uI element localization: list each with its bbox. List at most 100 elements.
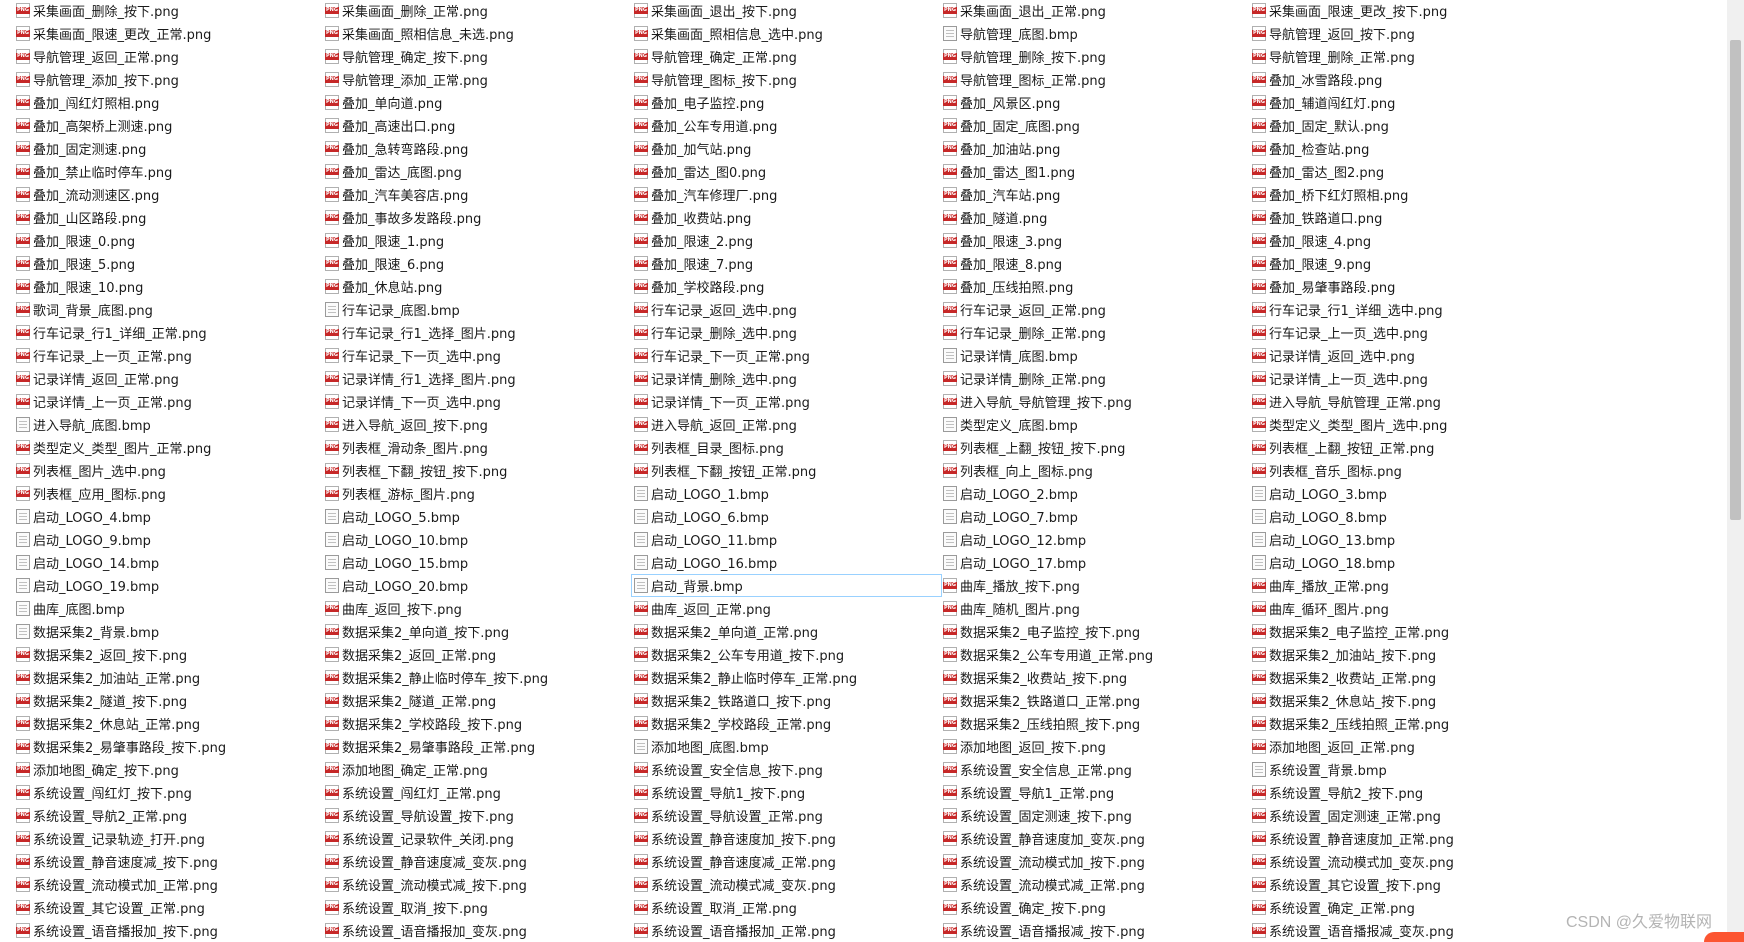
file-item[interactable]: 叠加_高架桥上测速.png (14, 115, 323, 136)
file-item[interactable]: 叠加_辅道闯红灯.png (1250, 92, 1559, 113)
vertical-scrollbar[interactable] (1727, 0, 1744, 942)
file-item[interactable]: 行车记录_行1_选择_图片.png (323, 322, 632, 343)
file-item[interactable]: 叠加_限速_5.png (14, 253, 323, 274)
file-item[interactable]: 叠加_固定_默认.png (1250, 115, 1559, 136)
file-item[interactable]: 启动_LOGO_14.bmp (14, 552, 323, 573)
file-item[interactable]: 系统设置_流动模式减_按下.png (323, 874, 632, 895)
file-item[interactable]: 叠加_限速_9.png (1250, 253, 1559, 274)
file-item[interactable]: 行车记录_行1_详细_选中.png (1250, 299, 1559, 320)
file-item[interactable]: 数据采集2_公车专用道_正常.png (941, 644, 1250, 665)
file-item[interactable]: 进入导航_底图.bmp (14, 414, 323, 435)
file-item[interactable]: 导航管理_图标_正常.png (941, 69, 1250, 90)
file-item[interactable]: 导航管理_删除_正常.png (1250, 46, 1559, 67)
file-item[interactable]: 系统设置_导航1_按下.png (632, 782, 941, 803)
file-item[interactable]: 数据采集2_电子监控_按下.png (941, 621, 1250, 642)
file-item[interactable]: 叠加_铁路道口.png (1250, 207, 1559, 228)
file-item[interactable]: 数据采集2_铁路道口_按下.png (632, 690, 941, 711)
file-item[interactable]: 曲库_播放_正常.png (1250, 575, 1559, 596)
file-item[interactable]: 列表框_上翻_按钮_正常.png (1250, 437, 1559, 458)
file-item[interactable]: 数据采集2_背景.bmp (14, 621, 323, 642)
file-item[interactable]: 类型定义_类型_图片_正常.png (14, 437, 323, 458)
file-item[interactable]: 系统设置_导航设置_按下.png (323, 805, 632, 826)
file-item[interactable]: 叠加_学校路段.png (632, 276, 941, 297)
file-item[interactable]: 列表框_图片_选中.png (14, 460, 323, 481)
file-item[interactable]: 叠加_公车专用道.png (632, 115, 941, 136)
file-item[interactable]: 导航管理_底图.bmp (941, 23, 1250, 44)
file-item[interactable]: 系统设置_静音速度减_变灰.png (323, 851, 632, 872)
file-item[interactable]: 数据采集2_收费站_正常.png (1250, 667, 1559, 688)
file-item[interactable]: 记录详情_下一页_正常.png (632, 391, 941, 412)
file-item[interactable]: 系统设置_固定测速_正常.png (1250, 805, 1559, 826)
file-item[interactable]: 叠加_限速_6.png (323, 253, 632, 274)
file-item[interactable]: 记录详情_返回_选中.png (1250, 345, 1559, 366)
file-item[interactable]: 系统设置_流动模式减_变灰.png (632, 874, 941, 895)
file-item[interactable]: 数据采集2_返回_正常.png (323, 644, 632, 665)
file-item[interactable]: 列表框_滑动条_图片.png (323, 437, 632, 458)
file-item[interactable]: 数据采集2_易肇事路段_正常.png (323, 736, 632, 757)
file-item[interactable]: 启动_LOGO_10.bmp (323, 529, 632, 550)
file-item[interactable]: 曲库_循环_图片.png (1250, 598, 1559, 619)
file-item[interactable]: 系统设置_安全信息_正常.png (941, 759, 1250, 780)
file-item[interactable]: 系统设置_语音播报减_变灰.png (1250, 920, 1559, 941)
file-item[interactable]: 启动_LOGO_19.bmp (14, 575, 323, 596)
file-item[interactable]: 数据采集2_单向道_按下.png (323, 621, 632, 642)
file-item[interactable]: 叠加_高速出口.png (323, 115, 632, 136)
file-item[interactable]: 数据采集2_隧道_正常.png (323, 690, 632, 711)
file-item[interactable]: 启动_LOGO_17.bmp (941, 552, 1250, 573)
file-item[interactable]: 添加地图_返回_正常.png (1250, 736, 1559, 757)
file-item[interactable]: 导航管理_返回_按下.png (1250, 23, 1559, 44)
file-item[interactable]: 启动_LOGO_9.bmp (14, 529, 323, 550)
file-item[interactable]: 记录详情_返回_正常.png (14, 368, 323, 389)
file-item[interactable]: 系统设置_取消_按下.png (323, 897, 632, 918)
file-item[interactable]: 叠加_桥下红灯照相.png (1250, 184, 1559, 205)
file-item[interactable]: 数据采集2_公车专用道_按下.png (632, 644, 941, 665)
file-item[interactable]: 叠加_汽车站.png (941, 184, 1250, 205)
file-item[interactable]: 行车记录_删除_正常.png (941, 322, 1250, 343)
file-item[interactable]: 系统设置_静音速度减_正常.png (632, 851, 941, 872)
file-item[interactable]: 系统设置_其它设置_正常.png (14, 897, 323, 918)
file-item[interactable]: 数据采集2_收费站_按下.png (941, 667, 1250, 688)
file-item[interactable]: 系统设置_语音播报减_按下.png (941, 920, 1250, 941)
file-item[interactable]: 列表框_向上_图标.png (941, 460, 1250, 481)
file-item[interactable]: 数据采集2_加油站_正常.png (14, 667, 323, 688)
file-item[interactable]: 数据采集2_隧道_按下.png (14, 690, 323, 711)
file-item[interactable]: 数据采集2_压线拍照_正常.png (1250, 713, 1559, 734)
file-item[interactable]: 采集画面_照相信息_未选.png (323, 23, 632, 44)
file-item[interactable]: 启动_背景.bmp (631, 574, 942, 597)
file-item[interactable]: 列表框_游标_图片.png (323, 483, 632, 504)
file-item[interactable]: 叠加_加油站.png (941, 138, 1250, 159)
file-item[interactable]: 数据采集2_学校路段_正常.png (632, 713, 941, 734)
file-item[interactable]: 导航管理_确定_正常.png (632, 46, 941, 67)
file-item[interactable]: 叠加_流动测速区.png (14, 184, 323, 205)
file-item[interactable]: 行车记录_上一页_选中.png (1250, 322, 1559, 343)
file-item[interactable]: 叠加_限速_4.png (1250, 230, 1559, 251)
file-item[interactable]: 歌词_背景_底图.png (14, 299, 323, 320)
file-item[interactable]: 叠加_限速_3.png (941, 230, 1250, 251)
file-item[interactable]: 系统设置_语音播报加_按下.png (14, 920, 323, 941)
file-item[interactable]: 添加地图_确定_按下.png (14, 759, 323, 780)
file-item[interactable]: 行车记录_上一页_正常.png (14, 345, 323, 366)
file-item[interactable]: 采集画面_照相信息_选中.png (632, 23, 941, 44)
file-item[interactable]: 叠加_单向道.png (323, 92, 632, 113)
scrollbar-thumb[interactable] (1730, 40, 1741, 520)
file-item[interactable]: 曲库_返回_按下.png (323, 598, 632, 619)
file-item[interactable]: 数据采集2_静止临时停车_按下.png (323, 667, 632, 688)
file-item[interactable]: 叠加_限速_8.png (941, 253, 1250, 274)
file-item[interactable]: 系统设置_导航设置_正常.png (632, 805, 941, 826)
file-item[interactable]: 系统设置_闯红灯_正常.png (323, 782, 632, 803)
file-item[interactable]: 记录详情_上一页_选中.png (1250, 368, 1559, 389)
file-item[interactable]: 列表框_目录_图标.png (632, 437, 941, 458)
file-item[interactable]: 列表框_上翻_按钮_按下.png (941, 437, 1250, 458)
file-item[interactable]: 系统设置_静音速度加_按下.png (632, 828, 941, 849)
file-item[interactable]: 叠加_压线拍照.png (941, 276, 1250, 297)
file-item[interactable]: 系统设置_闯红灯_按下.png (14, 782, 323, 803)
file-item[interactable]: 系统设置_静音速度加_变灰.png (941, 828, 1250, 849)
file-item[interactable]: 添加地图_返回_按下.png (941, 736, 1250, 757)
file-item[interactable]: 记录详情_删除_正常.png (941, 368, 1250, 389)
file-item[interactable]: 数据采集2_返回_按下.png (14, 644, 323, 665)
file-item[interactable]: 数据采集2_电子监控_正常.png (1250, 621, 1559, 642)
file-item[interactable]: 叠加_急转弯路段.png (323, 138, 632, 159)
file-item[interactable]: 叠加_电子监控.png (632, 92, 941, 113)
file-item[interactable]: 叠加_冰雪路段.png (1250, 69, 1559, 90)
file-item[interactable]: 叠加_汽车修理厂.png (632, 184, 941, 205)
